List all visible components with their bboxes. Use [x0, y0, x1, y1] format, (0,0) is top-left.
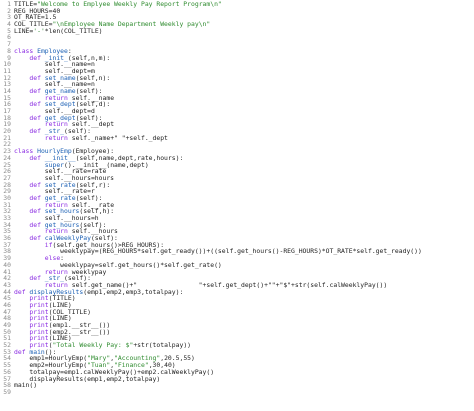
code-lines: 1 TITLE="Welcome to Emplyee Weekly Pay Re… [0, 1, 474, 396]
code-line[interactable]: 38 weeklypay=(REG_HOURS*self.get_ready()… [0, 248, 474, 255]
string-token: '-' [33, 26, 45, 35]
code-token: +str(totalpay)) [133, 341, 192, 350]
code-text: return self._name+" "+self._dept [14, 133, 168, 142]
code-line[interactable]: 2 REG_HOURS=40 [0, 7, 474, 15]
code-editor[interactable]: 1 TITLE="Welcome to Emplyee Weekly Pay Re… [0, 0, 474, 411]
code-line[interactable]: 57 displayResults(emp1,emp2,totalpay) [0, 375, 474, 383]
code-text: LINE='-'*len(COL_TITLE) [14, 26, 103, 35]
code-token: self._name+" "+self._dept [71, 133, 168, 142]
code-line[interactable]: 59 [0, 389, 474, 396]
code-text: weeklypay=(REG_HOURS*self.get_ready())+(… [14, 248, 422, 255]
keyword-token: return [44, 133, 72, 142]
code-line[interactable]: 5 LINE='-'*len(COL_TITLE) [0, 26, 474, 35]
code-line[interactable]: 58 main() [0, 382, 474, 389]
string-token: "Total Weekly Pay: $" [52, 341, 134, 350]
code-token: *len(COL_TITLE) [44, 26, 103, 35]
code-text: main() [14, 382, 37, 389]
code-token: (emp1,emp2,emp3,totalpay): [83, 287, 184, 296]
string-token: "Welcome to Emplyee Weekly Pay Report Pr… [37, 0, 222, 8]
code-token: LINE= [14, 26, 34, 35]
code-token: main() [14, 381, 38, 390]
code-token: weeklypay=(REG_HOURS*self.get_ready())+(… [14, 247, 422, 256]
code-line[interactable]: 52 print("Total Weekly Pay: $"+str(total… [0, 342, 474, 349]
code-line[interactable]: 6 [0, 34, 474, 41]
code-line[interactable]: 21 return self._name+" "+self._dept [0, 133, 474, 142]
line-number: 59 [3, 387, 11, 396]
code-line[interactable]: 1 TITLE="Welcome to Emplyee Weekly Pay Re… [0, 1, 474, 8]
